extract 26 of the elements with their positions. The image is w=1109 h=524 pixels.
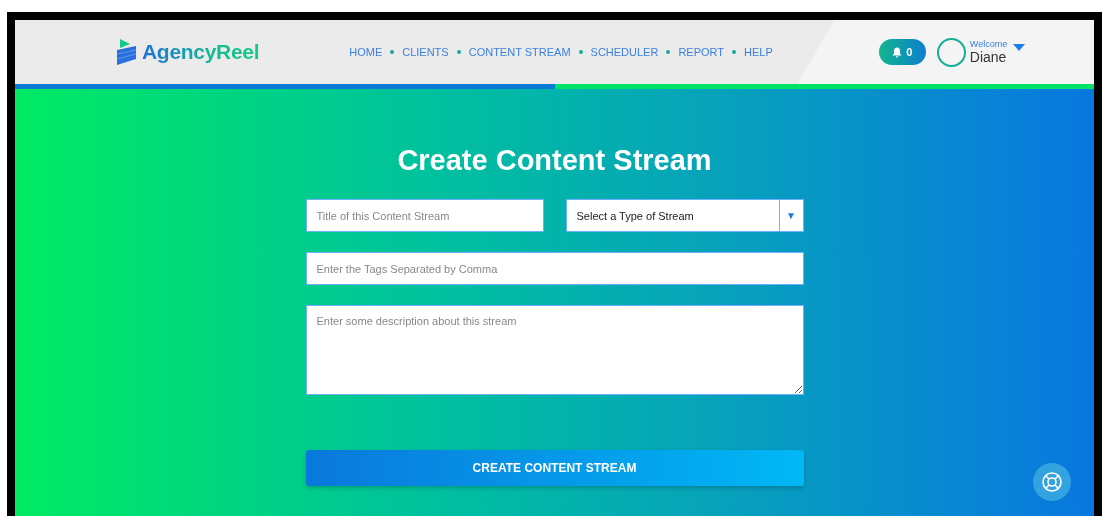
- description-field[interactable]: Enter some description about this stream: [305, 305, 804, 395]
- nav-separator-dot-icon: [732, 50, 737, 54]
- notification-button[interactable]: 0: [878, 39, 926, 65]
- welcome-label: Welcome: [969, 40, 1008, 49]
- avatar[interactable]: [936, 37, 966, 67]
- nav-link[interactable]: HELP: [744, 46, 773, 58]
- logo-icon: [116, 39, 138, 65]
- caret-icon[interactable]: [1013, 43, 1026, 51]
- help-button[interactable]: [1033, 463, 1071, 501]
- nav-separator-dot-icon: [456, 50, 461, 54]
- nav-link[interactable]: CONTENT STREAM: [468, 46, 571, 58]
- page-title: Create Content Stream: [397, 144, 712, 177]
- create-content-stream-button[interactable]: CREATE CONTENT STREAM: [305, 450, 804, 486]
- input-field[interactable]: Title of this Content Stream: [305, 199, 544, 232]
- bell-icon: [892, 46, 903, 58]
- input-field[interactable]: Enter the Tags Separated by Comma: [305, 252, 804, 285]
- nav-separator-dot-icon: [578, 50, 583, 54]
- type-select[interactable]: Select a Type of Stream ▼: [565, 199, 804, 232]
- lifebuoy-icon: [1041, 471, 1063, 493]
- nav-separator-dot-icon: [390, 50, 395, 54]
- nav-link[interactable]: REPORT: [678, 46, 725, 58]
- nav-link[interactable]: SCHEDULER: [590, 46, 659, 58]
- nav-link[interactable]: HOME: [349, 46, 383, 58]
- user-name[interactable]: Diane: [969, 50, 1008, 64]
- nav-separator-dot-icon: [666, 50, 671, 54]
- nav-link[interactable]: CLIENTS: [402, 46, 449, 58]
